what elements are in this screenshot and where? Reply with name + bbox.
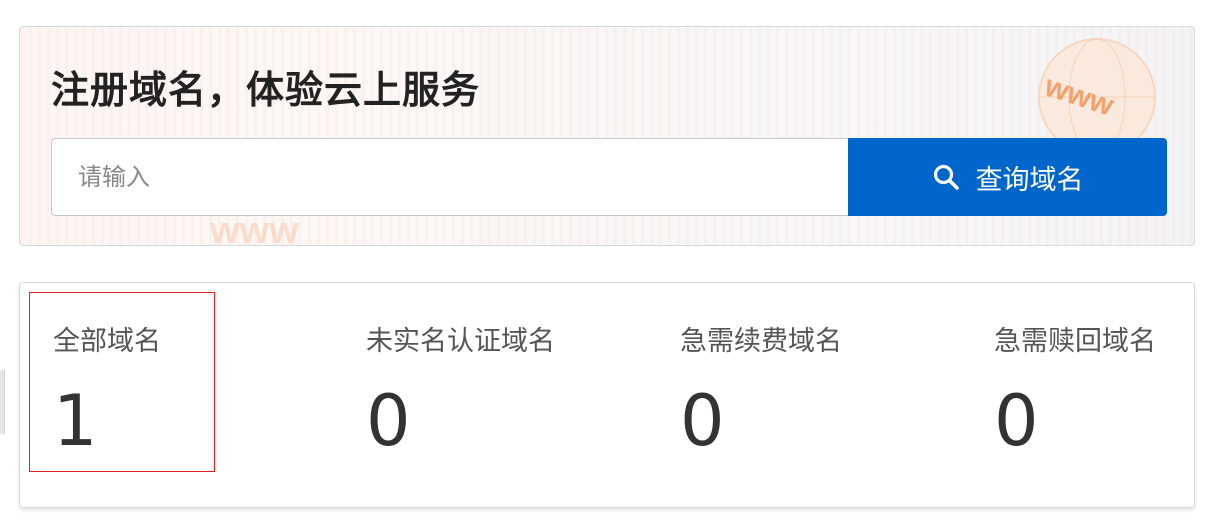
stat-value: 0 [994, 380, 1039, 462]
stat-label: 急需续费域名 [680, 326, 842, 357]
search-icon [933, 164, 959, 190]
domain-search-input[interactable] [51, 138, 849, 216]
stat-label: 未实名认证域名 [366, 326, 555, 357]
query-domain-button-label: 查询域名 [975, 164, 1084, 196]
domain-stats-panel: 全部域名 1 未实名认证域名 0 急需续费域名 0 急需赎回域名 0 [19, 282, 1195, 508]
stat-label: 全部域名 [53, 326, 161, 357]
page: www www 注册域名，体验云上服务 查询域名 全部域名 1 未实名认证域名 … [0, 0, 1224, 532]
query-domain-button[interactable]: 查询域名 [848, 138, 1167, 216]
stat-label: 急需赎回域名 [994, 326, 1156, 357]
stat-value: 0 [366, 380, 411, 462]
register-domain-banner: www www 注册域名，体验云上服务 查询域名 [19, 26, 1195, 246]
stat-value: 1 [53, 380, 98, 462]
stat-value: 0 [680, 380, 725, 462]
side-tab-handle[interactable] [0, 370, 5, 434]
register-title: 注册域名，体验云上服务 [51, 68, 481, 112]
